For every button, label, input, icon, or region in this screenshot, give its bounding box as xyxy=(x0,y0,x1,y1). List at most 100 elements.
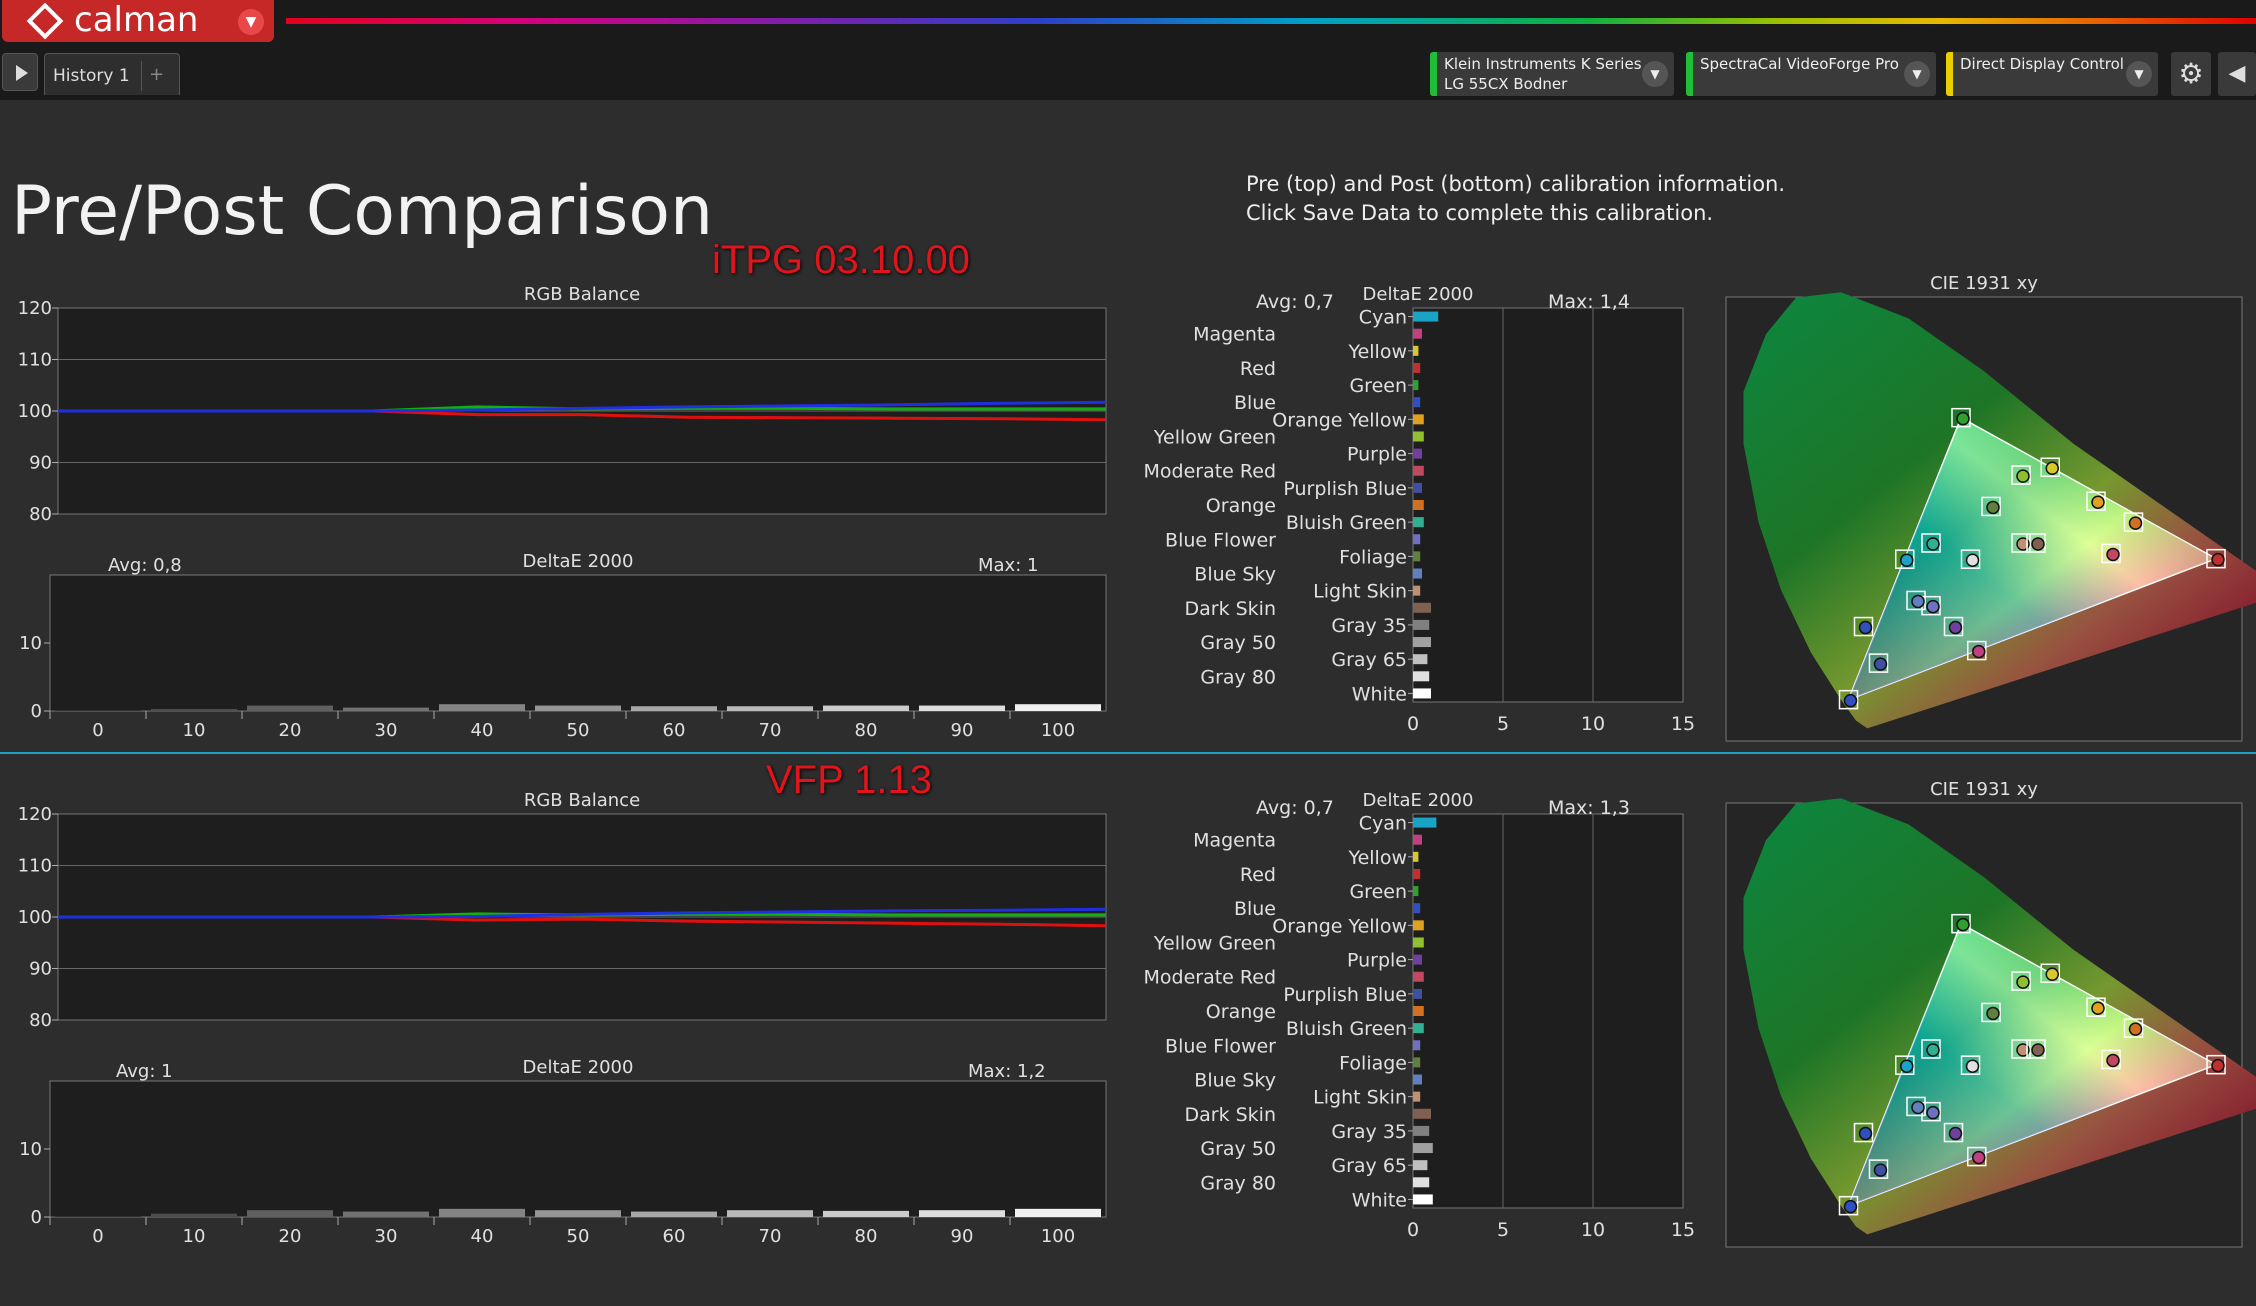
gray-de-tick-label: 10 xyxy=(19,1139,42,1160)
rgb-tick-label: 120 xyxy=(18,804,52,825)
cie-measured-point xyxy=(1911,1100,1925,1115)
cie-measured-point xyxy=(1986,1006,2000,1021)
rgb-tick-label: 120 xyxy=(18,298,52,319)
cc-de-x-label: 15 xyxy=(1671,713,1695,735)
gray-de-x-label: 80 xyxy=(855,720,878,741)
cc-de-label: Purplish Blue xyxy=(1283,984,1407,1006)
gray-de-plot-area xyxy=(49,1080,1107,1218)
cie-measured-point xyxy=(1926,599,1940,614)
cc-de-bar xyxy=(1413,482,1422,493)
cc-de-bar xyxy=(1413,834,1422,845)
cc-de-bar xyxy=(1413,448,1422,459)
cc-de-label: Foliage xyxy=(1339,1052,1407,1074)
cie-measured-point xyxy=(2016,469,2030,483)
gray-de-x-label: 0 xyxy=(92,720,103,741)
cie-measured-point xyxy=(2128,1022,2143,1036)
cc-de-label: Purplish Blue xyxy=(1283,478,1407,500)
cie-measured-point xyxy=(2211,552,2225,567)
cc-de-label: Blue Sky xyxy=(1194,564,1276,586)
gray-de-tick-label: 0 xyxy=(31,1207,42,1228)
cc-de-label: Yellow xyxy=(1348,847,1408,869)
cie-measured-point xyxy=(2106,1053,2120,1068)
cc-de-bar xyxy=(1413,551,1421,562)
gray-de-bar xyxy=(919,1210,1005,1217)
cie-measured-point xyxy=(1965,553,1980,567)
cc-de-x-label: 5 xyxy=(1497,713,1509,735)
cc-de-bar xyxy=(1413,619,1430,630)
gray-de-bar xyxy=(727,706,813,711)
cie-measured-point xyxy=(1956,917,1970,932)
cc-de-label: Yellow xyxy=(1348,341,1408,363)
gray-de-x-label: 60 xyxy=(663,1226,686,1247)
cc-de-avg: Avg: 0,7 xyxy=(1256,291,1334,313)
gray-de-x-label: 10 xyxy=(183,720,206,741)
gray-de-plot-area xyxy=(49,574,1107,712)
cie-measured-point xyxy=(1926,1043,1940,1057)
cc-de-bar xyxy=(1413,1125,1430,1136)
rgb-tick-label: 100 xyxy=(18,401,52,422)
cc-de-bar xyxy=(1413,637,1431,648)
cc-de-bar xyxy=(1413,903,1421,914)
cc-de-bar xyxy=(1413,988,1422,999)
cie-measured-point xyxy=(1926,1105,1940,1120)
gray-de-bar xyxy=(151,1213,237,1217)
cc-de-x-label: 10 xyxy=(1581,1219,1605,1241)
cc-de-label: Orange xyxy=(1206,495,1276,517)
gray-de-x-label: 20 xyxy=(279,720,302,741)
cc-de-bar xyxy=(1413,971,1424,982)
gray-de-bar xyxy=(439,704,525,711)
gray-de-x-label: 100 xyxy=(1041,1226,1075,1247)
gray-de-bar xyxy=(55,1216,141,1217)
cc-de-label: Blue Flower xyxy=(1165,529,1276,551)
cie-measured-point xyxy=(1965,1059,1980,1073)
cc-de-label: Red xyxy=(1240,864,1276,886)
cc-de-label: Purple xyxy=(1347,950,1407,972)
cc-de-bar xyxy=(1413,534,1421,545)
gray-de-x-label: 50 xyxy=(567,1226,590,1247)
cc-de-bar xyxy=(1413,937,1424,948)
cc-de-label: Moderate Red xyxy=(1144,967,1277,989)
gray-de-avg: Avg: 0,8 xyxy=(108,555,182,576)
cie-measured-point xyxy=(2128,516,2143,530)
cc-de-label: Orange Yellow xyxy=(1272,409,1407,431)
cie-measured-point xyxy=(2045,967,2059,982)
cc-de-label: Green xyxy=(1349,375,1407,397)
cc-de-label: Gray 65 xyxy=(1331,649,1407,671)
cc-de-label: Gray 35 xyxy=(1331,615,1407,637)
cc-de-bar xyxy=(1413,1194,1433,1205)
cc-de-max: Max: 1,3 xyxy=(1548,797,1630,819)
cc-de-label: Green xyxy=(1349,881,1407,903)
cc-de-bar xyxy=(1413,585,1421,596)
gray-de-avg: Avg: 1 xyxy=(116,1061,173,1082)
cc-de-label: White xyxy=(1352,683,1407,705)
rgb-balance-title: RGB Balance xyxy=(524,790,640,811)
cc-de-label: Orange Yellow xyxy=(1272,915,1407,937)
gray-de-bar xyxy=(247,705,333,711)
cc-de-bar xyxy=(1413,328,1422,339)
cc-de-avg: Avg: 0,7 xyxy=(1256,797,1334,819)
cc-de-x-label: 5 xyxy=(1497,1219,1509,1241)
cc-de-bar xyxy=(1413,954,1422,965)
cc-de-bar xyxy=(1413,1091,1421,1102)
gray-de-x-label: 70 xyxy=(759,720,782,741)
cc-de-bar xyxy=(1413,671,1430,682)
rgb-tick-label: 80 xyxy=(29,504,52,525)
cc-de-label: Blue Flower xyxy=(1165,1035,1276,1057)
cc-de-bar xyxy=(1413,1143,1433,1154)
cie-measured-point xyxy=(2031,537,2045,551)
gray-de-x-label: 80 xyxy=(855,1226,878,1247)
cie-measured-point xyxy=(2045,461,2059,476)
cc-de-bar xyxy=(1413,688,1431,699)
cie-measured-point xyxy=(2016,975,2030,989)
gray-de-x-label: 90 xyxy=(951,720,974,741)
cie-measured-point xyxy=(1948,620,1963,635)
gray-de-max: Max: 1,2 xyxy=(968,1061,1046,1082)
cc-de-bar xyxy=(1413,1040,1421,1051)
cie-measured-point xyxy=(1900,553,1914,567)
cie-measured-point xyxy=(2091,495,2105,509)
gray-de-bar xyxy=(1015,1208,1101,1217)
gray-de-bar xyxy=(439,1208,525,1217)
cc-de-bar xyxy=(1413,817,1437,828)
cc-de-label: Yellow Green xyxy=(1153,932,1276,954)
cc-de-label: Cyan xyxy=(1359,307,1407,329)
